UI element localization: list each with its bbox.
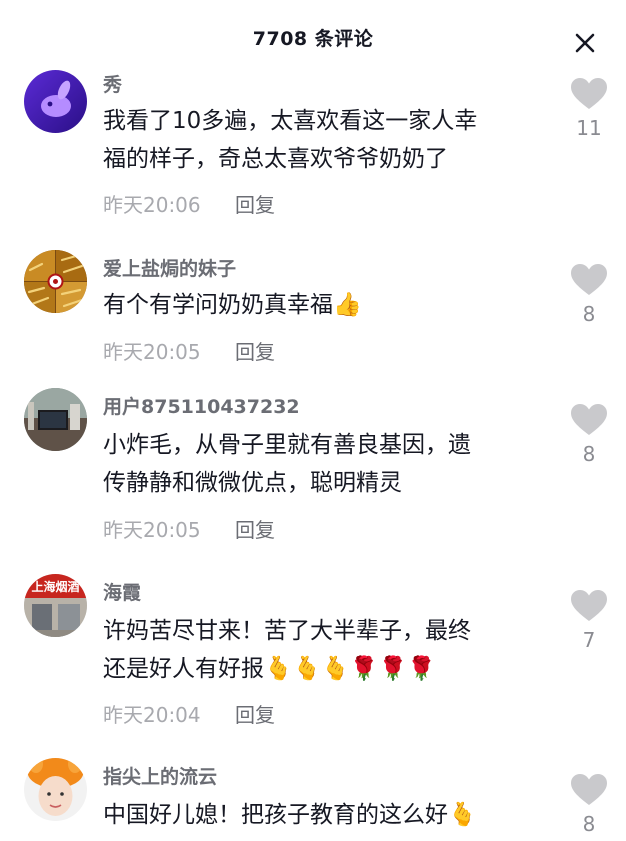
heart-icon	[571, 590, 607, 621]
comment-username[interactable]: 秀	[103, 70, 122, 97]
comment-item: 用户875110437232 小炸毛，从骨子里就有善良基因，遗 传静静和微微优点…	[0, 388, 626, 548]
like-count: 11	[576, 116, 602, 140]
comment-timestamp: 昨天20:06	[103, 193, 201, 217]
like-button[interactable]: 8	[570, 404, 608, 466]
comment-item: 秀 我看了10多遍，太喜欢看这一家人幸 福的样子，奇总太喜欢爷爷奶奶了 昨天20…	[0, 66, 626, 226]
like-button[interactable]: 11	[570, 78, 608, 140]
comment-text-line: 传静静和微微优点，聪明精灵	[103, 470, 402, 496]
comment-text-line: 许妈苦尽甘来！苦了大半辈子，最终	[103, 618, 471, 644]
comment-username[interactable]: 海霞	[103, 578, 141, 605]
close-button[interactable]	[570, 28, 600, 58]
comment-item: 指尖上的流云 中国好儿媳！把孩子教育的这么好🫰 8	[0, 758, 626, 841]
comment-text: 我看了10多遍，太喜欢看这一家人幸 福的样子，奇总太喜欢爷爷奶奶了	[103, 102, 543, 178]
close-icon	[575, 33, 595, 53]
comments-count-title: 7708 条评论	[252, 28, 374, 50]
like-button[interactable]: 7	[570, 590, 608, 652]
like-button[interactable]: 8	[570, 774, 608, 836]
comment-username[interactable]: 指尖上的流云	[103, 762, 217, 789]
reply-button[interactable]: 回复	[235, 336, 275, 365]
comment-text-line: 还是好人有好报🫰🫰🫰🌹🌹🌹	[103, 656, 436, 682]
comment-username[interactable]: 用户875110437232	[103, 392, 300, 419]
comment-text: 有个有学问奶奶真幸福👍	[103, 286, 543, 324]
avatar[interactable]	[24, 70, 87, 133]
heart-icon	[571, 78, 607, 109]
comment-item: 爱上盐焗的妹子 有个有学问奶奶真幸福👍 昨天20:05 回复 8	[0, 250, 626, 370]
comment-timestamp: 昨天20:04	[103, 703, 201, 727]
avatar-sign-text: 上海烟酒	[31, 579, 79, 594]
comment-text-line: 中国好儿媳！把孩子教育的这么好🫰	[103, 802, 477, 828]
avatar[interactable]	[24, 758, 87, 821]
reply-button[interactable]: 回复	[235, 514, 275, 543]
comment-text: 许妈苦尽甘来！苦了大半辈子，最终 还是好人有好报🫰🫰🫰🌹🌹🌹	[103, 612, 543, 688]
comments-sheet: 7708 条评论 秀 我看了10多遍，太喜欢看这一家人幸 福的样子，奇总太喜欢爷…	[0, 0, 626, 841]
heart-icon	[571, 404, 607, 435]
heart-icon	[571, 774, 607, 805]
avatar[interactable]	[24, 388, 87, 451]
comment-timestamp: 昨天20:05	[103, 340, 201, 364]
reply-button[interactable]: 回复	[235, 699, 275, 728]
comment-text-line: 小炸毛，从骨子里就有善良基因，遗	[103, 432, 471, 458]
comment-username[interactable]: 爱上盐焗的妹子	[103, 254, 236, 281]
comment-text: 小炸毛，从骨子里就有善良基因，遗 传静静和微微优点，聪明精灵	[103, 426, 543, 502]
comment-text-line: 福的样子，奇总太喜欢爷爷奶奶了	[103, 146, 448, 172]
like-count: 7	[582, 628, 596, 652]
like-count: 8	[582, 442, 596, 466]
avatar[interactable]: 上海烟酒	[24, 574, 87, 637]
heart-icon	[571, 264, 607, 295]
comment-text-line: 我看了10多遍，太喜欢看这一家人幸	[103, 108, 478, 134]
comment-item: 上海烟酒 海霞 许妈苦尽甘来！苦了大半辈子，最终 还是好人有好报🫰🫰🫰🌹🌹🌹 昨…	[0, 574, 626, 734]
like-count: 8	[582, 302, 596, 326]
comment-text: 中国好儿媳！把孩子教育的这么好🫰	[103, 796, 543, 834]
comment-text-line: 有个有学问奶奶真幸福👍	[103, 292, 362, 318]
avatar[interactable]	[24, 250, 87, 313]
like-button[interactable]: 8	[570, 264, 608, 326]
comments-header: 7708 条评论	[0, 0, 626, 72]
like-count: 8	[582, 812, 596, 836]
comment-timestamp: 昨天20:05	[103, 518, 201, 542]
reply-button[interactable]: 回复	[235, 189, 275, 218]
